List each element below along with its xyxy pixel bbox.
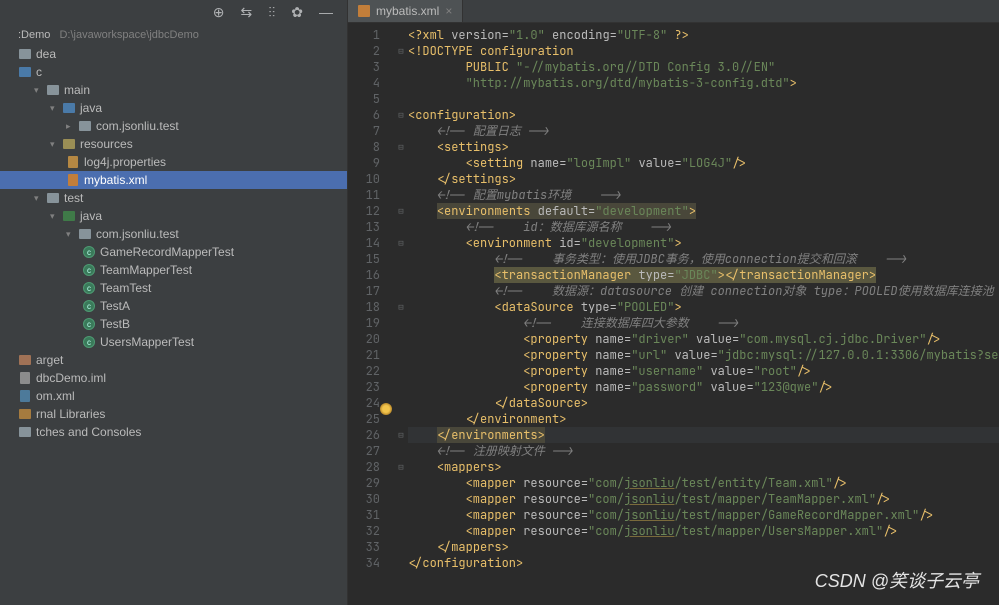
tree-class[interactable]: cTestA bbox=[0, 297, 347, 315]
tree-class[interactable]: cUsersMapperTest bbox=[0, 333, 347, 351]
code-editor[interactable]: 1234567891011121314151617181920212223242… bbox=[348, 23, 999, 605]
gear-icon[interactable]: ✿ bbox=[291, 4, 303, 21]
tree-scratches[interactable]: tches and Consoles bbox=[0, 423, 347, 441]
tree-folder[interactable]: ▾test bbox=[0, 189, 347, 207]
tree-class[interactable]: cTeamTest bbox=[0, 279, 347, 297]
line-gutter: 1234567891011121314151617181920212223242… bbox=[348, 23, 394, 605]
project-sidebar: ⊕ ⇆ ⫶⫶ ✿ — :Demo D:\javaworkspace\jdbcDe… bbox=[0, 0, 348, 605]
tab-label: mybatis.xml bbox=[376, 4, 439, 18]
tree-folder[interactable]: ▾resources bbox=[0, 135, 347, 153]
xml-icon bbox=[358, 5, 370, 17]
tree-class[interactable]: cTestB bbox=[0, 315, 347, 333]
tree-folder[interactable]: dea bbox=[0, 45, 347, 63]
breadcrumb: :Demo D:\javaworkspace\jdbcDemo bbox=[0, 25, 347, 43]
tree-package[interactable]: ▸com.jsonliu.test bbox=[0, 117, 347, 135]
tree-file[interactable]: log4j.properties bbox=[0, 153, 347, 171]
tree-folder[interactable]: ▾java bbox=[0, 207, 347, 225]
tree-class[interactable]: cTeamMapperTest bbox=[0, 261, 347, 279]
code-lines[interactable]: <?xml version="1.0" encoding="UTF-8" ?><… bbox=[408, 23, 999, 605]
sidebar-toolbar: ⊕ ⇆ ⫶⫶ ✿ — bbox=[0, 0, 347, 25]
editor-tab[interactable]: mybatis.xml × bbox=[348, 0, 463, 22]
tree-file[interactable]: om.xml bbox=[0, 387, 347, 405]
tree-file[interactable]: dbcDemo.iml bbox=[0, 369, 347, 387]
tree-folder[interactable]: arget bbox=[0, 351, 347, 369]
expand-icon[interactable]: ⇆ bbox=[241, 4, 253, 21]
show-icon[interactable]: ⫶⫶ bbox=[268, 4, 275, 21]
intention-bulb-icon[interactable] bbox=[380, 403, 392, 415]
editor-tab-bar: mybatis.xml × bbox=[348, 0, 999, 23]
tree-package[interactable]: ▾com.jsonliu.test bbox=[0, 225, 347, 243]
project-tree: dea c ▾main ▾java ▸com.jsonliu.test ▾res… bbox=[0, 43, 347, 605]
editor-area: mybatis.xml × 12345678910111213141516171… bbox=[348, 0, 999, 605]
watermark: CSDN @笑谈子云亭 bbox=[815, 567, 979, 593]
tree-libs[interactable]: rnal Libraries bbox=[0, 405, 347, 423]
tree-folder[interactable]: ▾java bbox=[0, 99, 347, 117]
minimize-icon[interactable]: — bbox=[319, 4, 333, 21]
close-icon[interactable]: × bbox=[445, 4, 452, 18]
target-icon[interactable]: ⊕ bbox=[213, 4, 225, 21]
tree-file-selected[interactable]: mybatis.xml bbox=[0, 171, 347, 189]
tree-folder[interactable]: c bbox=[0, 63, 347, 81]
tree-folder[interactable]: ▾main bbox=[0, 81, 347, 99]
fold-gutter: ⊟⊟⊟⊟⊟⊟⊟⊟ bbox=[394, 23, 408, 605]
tree-class[interactable]: cGameRecordMapperTest bbox=[0, 243, 347, 261]
